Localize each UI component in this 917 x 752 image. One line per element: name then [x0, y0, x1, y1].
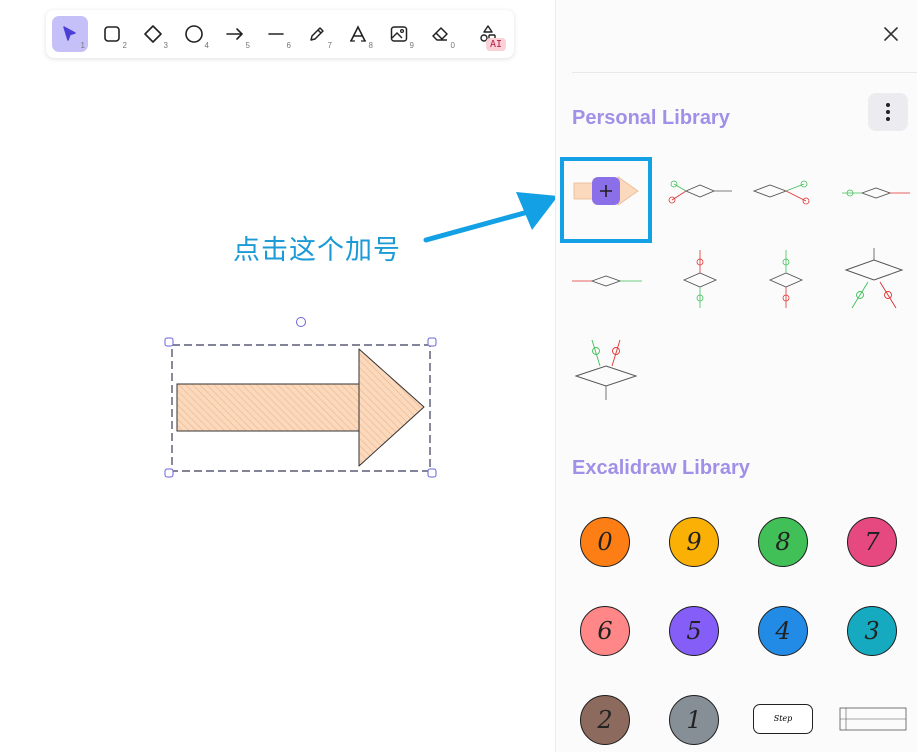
circle-label: 7 [864, 528, 880, 556]
condition-diagram-6[interactable] [746, 246, 826, 314]
ellipse-tool-button[interactable]: 4 [176, 16, 212, 52]
shortcut-label: 0 [450, 41, 455, 50]
circle-icon [185, 25, 203, 43]
step-library-item[interactable]: Step [753, 704, 813, 734]
shortcut-label: 1 [80, 41, 85, 50]
ai-badge: AI [486, 38, 507, 51]
table-library-item[interactable] [838, 706, 908, 732]
image-icon [390, 26, 408, 42]
main-toolbar: 1 2 3 4 5 6 7 8 9 0 [46, 10, 514, 58]
library-circle-4[interactable]: 4 [758, 606, 808, 656]
library-circle-8[interactable]: 8 [758, 517, 808, 567]
circle-label: 5 [686, 617, 702, 645]
shortcut-label: 5 [245, 41, 250, 50]
excalidraw-library-title: Excalidraw Library [572, 457, 750, 479]
library-circle-6[interactable]: 6 [580, 606, 630, 656]
pointer-icon [63, 26, 76, 41]
text-tool-button[interactable]: 8 [340, 16, 376, 52]
step-label: Step [773, 714, 793, 723]
canvas-arrow-shape[interactable] [160, 310, 450, 485]
shortcut-label: 9 [409, 41, 414, 50]
circle-label: 1 [686, 706, 702, 734]
library-circle-1[interactable]: 1 [669, 695, 719, 745]
sidebar-divider [572, 72, 917, 73]
image-tool-button[interactable]: 9 [381, 16, 417, 52]
library-circle-0[interactable]: 0 [580, 517, 630, 567]
annotation-pointer-arrow [423, 192, 558, 243]
draw-tool-button[interactable]: 7 [299, 16, 335, 52]
shortcut-label: 2 [122, 41, 127, 50]
circle-label: 3 [864, 617, 880, 645]
circle-label: 8 [775, 528, 791, 556]
library-menu-button[interactable] [868, 93, 908, 131]
condition-diagram-4[interactable] [568, 264, 648, 298]
library-circle-7[interactable]: 7 [847, 517, 897, 567]
shortcut-label: 4 [204, 41, 209, 50]
condition-diagram-8[interactable] [568, 334, 648, 406]
shortcut-label: 3 [163, 41, 168, 50]
shortcut-label: 6 [286, 41, 291, 50]
circle-label: 4 [775, 617, 791, 645]
circle-label: 0 [597, 528, 613, 556]
square-icon [104, 26, 120, 42]
circle-label: 6 [597, 617, 613, 645]
arrow-icon [226, 28, 244, 40]
condition-diagram-7[interactable] [838, 244, 916, 316]
annotation-text: 点击这个加号 [233, 235, 401, 266]
shortcut-label: 7 [327, 41, 332, 50]
add-to-library-item[interactable] [568, 165, 644, 215]
line-icon [268, 33, 284, 35]
circle-label: 9 [686, 528, 702, 556]
condition-diagram-2[interactable] [746, 170, 830, 212]
arrow-tool-button[interactable]: 5 [217, 16, 253, 52]
text-icon [350, 25, 366, 42]
rectangle-tool-button[interactable]: 2 [94, 16, 130, 52]
library-circle-3[interactable]: 3 [847, 606, 897, 656]
diamond-icon [144, 25, 162, 43]
condition-diagram-5[interactable] [660, 246, 740, 314]
line-tool-button[interactable]: 6 [258, 16, 294, 52]
pencil-icon [310, 27, 324, 41]
shortcut-label: 8 [368, 41, 373, 50]
more-vertical-icon [886, 103, 890, 121]
eraser-icon [432, 27, 448, 41]
library-circle-9[interactable]: 9 [669, 517, 719, 567]
eraser-tool-button[interactable]: 0 [422, 16, 458, 52]
library-circle-2[interactable]: 2 [580, 695, 630, 745]
personal-library-title: Personal Library [572, 107, 730, 129]
circle-label: 2 [597, 706, 613, 734]
selection-tool-button[interactable]: 1 [52, 16, 88, 52]
library-circle-5[interactable]: 5 [669, 606, 719, 656]
library-sidebar: Personal Library Excalidraw Library 0 9 … [555, 0, 917, 752]
condition-diagram-1[interactable] [660, 170, 740, 212]
close-icon[interactable] [879, 22, 903, 46]
diamond-tool-button[interactable]: 3 [135, 16, 171, 52]
condition-diagram-3[interactable] [838, 176, 916, 210]
